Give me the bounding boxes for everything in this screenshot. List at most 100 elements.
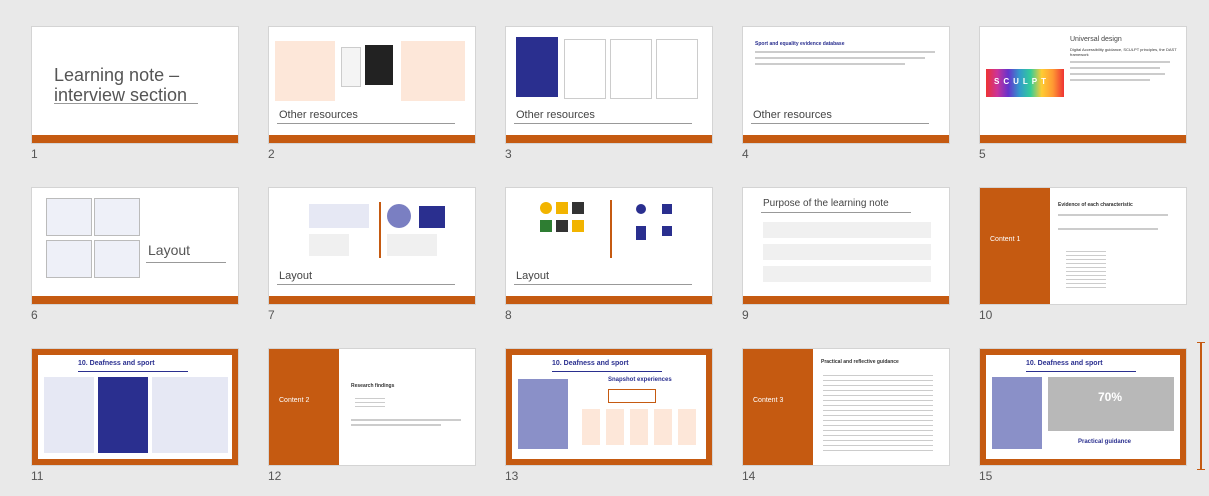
slide-heading: Practical and reflective guidance	[821, 359, 899, 365]
slide-number: 12	[268, 469, 282, 483]
slide-11[interactable]: 10. Deafness and sport	[31, 348, 239, 466]
info-panel	[98, 377, 148, 453]
text-line	[755, 51, 935, 53]
text-column	[152, 377, 228, 453]
text-line	[1058, 214, 1168, 216]
slide-accent-bar	[32, 135, 238, 143]
slide-title: Other resources	[516, 109, 595, 121]
slide-thumb-15[interactable]: 10. Deafness and sport 70% Practical gui…	[979, 348, 1187, 496]
slide-thumb-4[interactable]: Sport and equality evidence database Oth…	[742, 26, 950, 174]
slide-thumb-3[interactable]: Other resources 3	[505, 26, 713, 174]
slide-number: 5	[979, 147, 986, 161]
cover-image	[365, 45, 393, 85]
icon-image	[540, 202, 552, 214]
slide-thumb-13[interactable]: 10. Deafness and sport Snapshot experien…	[505, 348, 713, 496]
slide-12[interactable]: Content 2 Research findings	[268, 348, 476, 466]
layout-image	[94, 240, 140, 278]
slide-9[interactable]: Purpose of the learning note	[742, 187, 950, 305]
slide-title: Other resources	[279, 109, 358, 121]
slide-heading: Research findings	[351, 383, 395, 389]
text-line	[351, 424, 441, 426]
text-line	[1070, 61, 1170, 63]
cover-image	[516, 37, 558, 97]
slide-thumb-10[interactable]: Content 1 Evidence of each characteristi…	[979, 187, 1187, 335]
content-label: Content 1	[990, 236, 1021, 243]
slide-thumb-14[interactable]: Content 3 Practical and reflective guida…	[742, 348, 950, 496]
document-image	[341, 47, 361, 87]
content-label: Content 2	[279, 397, 310, 404]
slide-accent-bar	[506, 135, 712, 143]
icon-image	[540, 220, 552, 232]
heading-underline	[552, 371, 662, 372]
bullet-list	[355, 395, 385, 409]
document-image	[564, 39, 606, 99]
slide-thumb-12[interactable]: Content 2 Research findings 12	[268, 348, 476, 496]
text-column	[44, 377, 94, 453]
layout-image	[94, 198, 140, 236]
slide-6[interactable]: Layout	[31, 187, 239, 305]
slide-accent-bar	[743, 135, 949, 143]
slide-thumb-1[interactable]: Learning note – interview section 1	[31, 26, 239, 174]
photo-image	[992, 377, 1042, 449]
content-side-panel: Content 3	[743, 349, 813, 465]
slide-thumb-6[interactable]: Layout 6	[31, 187, 239, 335]
vertical-scrollbar[interactable]	[1197, 342, 1205, 470]
slide-heading: Evidence of each characteristic	[1058, 202, 1133, 208]
slide-title: Learning note – interview section	[54, 65, 188, 105]
slide-accent-bar	[743, 296, 949, 304]
stat-panel	[1048, 377, 1174, 431]
slide-10[interactable]: Content 1 Evidence of each characteristi…	[979, 187, 1187, 305]
title-underline	[761, 212, 911, 213]
slide-accent-bar	[269, 135, 475, 143]
slide-number: 11	[31, 469, 44, 483]
slide-thumb-11[interactable]: 10. Deafness and sport 11	[31, 348, 239, 496]
quote-box	[608, 389, 656, 403]
slide-accent-bar	[32, 296, 238, 304]
layout-image	[46, 198, 92, 236]
slide-thumb-9[interactable]: Purpose of the learning note 9	[742, 187, 950, 335]
slide-heading: Sport and equality evidence database	[755, 41, 845, 47]
slide-15[interactable]: 10. Deafness and sport 70% Practical gui…	[979, 348, 1187, 466]
title-underline	[751, 123, 929, 124]
slide-2[interactable]: Other resources	[268, 26, 476, 144]
slide-1[interactable]: Learning note – interview section	[31, 26, 239, 144]
slide-number: 15	[979, 469, 993, 483]
divider	[610, 200, 612, 258]
title-underline	[514, 123, 692, 124]
slide-number: 2	[268, 147, 275, 161]
slide-4[interactable]: Sport and equality evidence database Oth…	[742, 26, 950, 144]
slide-number: 6	[31, 308, 38, 322]
diagram-image	[309, 234, 349, 256]
slide-thumb-7[interactable]: Layout 7	[268, 187, 476, 335]
text-line	[1058, 228, 1158, 230]
title-underline	[146, 262, 226, 263]
people-graphic	[582, 409, 702, 445]
title-underline	[514, 284, 692, 285]
slide-thumb-8[interactable]: Layout 8	[505, 187, 713, 335]
scatter-image	[387, 234, 437, 256]
slide-8[interactable]: Layout	[505, 187, 713, 305]
icon-image	[636, 226, 646, 240]
slide-title: Layout	[148, 242, 191, 258]
document-image	[656, 39, 698, 99]
slide-7[interactable]: Layout	[268, 187, 476, 305]
slide-13[interactable]: 10. Deafness and sport Snapshot experien…	[505, 348, 713, 466]
slide-thumb-5[interactable]: Universal design Digital Accessibility g…	[979, 26, 1187, 174]
stat-value: 70%	[1098, 390, 1123, 404]
list-item	[763, 266, 931, 282]
content-label: Content 3	[753, 397, 784, 404]
text-line	[1070, 79, 1150, 81]
infographic-image	[275, 41, 335, 101]
bullet-list	[823, 371, 933, 451]
icon-image	[572, 220, 584, 232]
slide-5[interactable]: Universal design Digital Accessibility g…	[979, 26, 1187, 144]
slide-thumb-2[interactable]: Other resources 2	[268, 26, 476, 174]
slide-number: 1	[31, 147, 38, 161]
bullet-list	[1066, 248, 1106, 288]
icon-image	[556, 220, 568, 232]
slide-3[interactable]: Other resources	[505, 26, 713, 144]
slide-number: 14	[742, 469, 756, 483]
icon-image	[636, 204, 646, 214]
slide-title: Other resources	[753, 109, 832, 121]
slide-14[interactable]: Content 3 Practical and reflective guida…	[742, 348, 950, 466]
